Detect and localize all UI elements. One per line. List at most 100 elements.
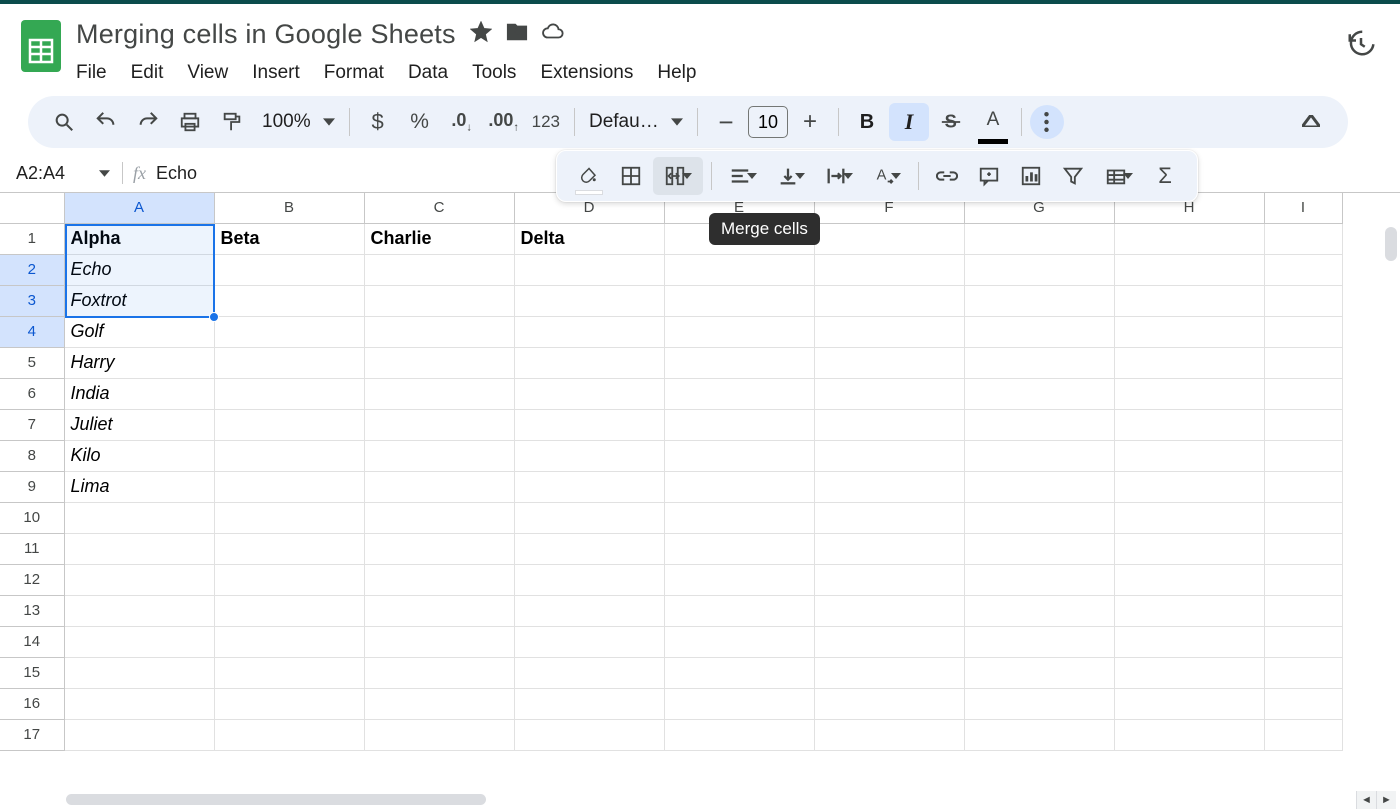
col-header-A[interactable]: A [64,193,214,223]
bold-button[interactable]: B [847,103,887,141]
cell-G10[interactable] [964,502,1114,533]
cell-A10[interactable] [64,502,214,533]
row-header-9[interactable]: 9 [0,471,64,502]
cell-E2[interactable] [664,254,814,285]
menu-file[interactable]: File [76,62,107,84]
cell-A5[interactable]: Harry [64,347,214,378]
cell-C1[interactable]: Charlie [364,223,514,254]
paint-format-button[interactable] [212,103,252,141]
cell-G13[interactable] [964,595,1114,626]
cell-G9[interactable] [964,471,1114,502]
cell-C7[interactable] [364,409,514,440]
cell-C16[interactable] [364,688,514,719]
cell-C8[interactable] [364,440,514,471]
cell-F12[interactable] [814,564,964,595]
cell-B6[interactable] [214,378,364,409]
cell-G3[interactable] [964,285,1114,316]
cell-I2[interactable] [1264,254,1342,285]
text-wrap-button[interactable] [816,157,862,195]
cell-F14[interactable] [814,626,964,657]
format-123-button[interactable]: 123 [526,112,566,132]
zoom-value[interactable]: 100% [254,111,315,133]
cell-F11[interactable] [814,533,964,564]
cell-F9[interactable] [814,471,964,502]
cell-E11[interactable] [664,533,814,564]
cell-D16[interactable] [514,688,664,719]
cell-H14[interactable] [1114,626,1264,657]
cell-C10[interactable] [364,502,514,533]
menu-help[interactable]: Help [657,62,696,84]
cell-H6[interactable] [1114,378,1264,409]
horizontal-scrollbar[interactable]: ◄ ► [0,790,1400,809]
row-header-2[interactable]: 2 [0,254,64,285]
cell-A3[interactable]: Foxtrot [64,285,214,316]
cell-E5[interactable] [664,347,814,378]
cell-H9[interactable] [1114,471,1264,502]
history-icon[interactable] [1346,28,1376,63]
cell-G6[interactable] [964,378,1114,409]
col-header-C[interactable]: C [364,193,514,223]
cell-B9[interactable] [214,471,364,502]
cell-G5[interactable] [964,347,1114,378]
cell-E17[interactable] [664,719,814,750]
cell-F4[interactable] [814,316,964,347]
cell-I8[interactable] [1264,440,1342,471]
cell-A7[interactable]: Juliet [64,409,214,440]
cell-F16[interactable] [814,688,964,719]
cell-G4[interactable] [964,316,1114,347]
cell-F1[interactable] [814,223,964,254]
cell-I10[interactable] [1264,502,1342,533]
cell-I14[interactable] [1264,626,1342,657]
cell-H2[interactable] [1114,254,1264,285]
cell-D17[interactable] [514,719,664,750]
cell-H1[interactable] [1114,223,1264,254]
decrease-font-button[interactable]: − [706,103,746,141]
col-header-I[interactable]: I [1264,193,1342,223]
filter-button[interactable] [1053,157,1093,195]
cell-I13[interactable] [1264,595,1342,626]
menu-tools[interactable]: Tools [472,62,516,84]
vertical-scroll-thumb[interactable] [1385,227,1397,261]
cell-D14[interactable] [514,626,664,657]
spreadsheet-grid[interactable]: A B C D E F G H I 1 Alpha Beta Charlie D… [0,192,1400,751]
cell-E7[interactable] [664,409,814,440]
sheets-logo[interactable] [18,12,64,74]
row-header-10[interactable]: 10 [0,502,64,533]
cell-C11[interactable] [364,533,514,564]
menu-view[interactable]: View [187,62,228,84]
cell-B7[interactable] [214,409,364,440]
row-header-6[interactable]: 6 [0,378,64,409]
cell-D10[interactable] [514,502,664,533]
cell-D2[interactable] [514,254,664,285]
cell-D13[interactable] [514,595,664,626]
cell-B17[interactable] [214,719,364,750]
row-header-12[interactable]: 12 [0,564,64,595]
cell-B2[interactable] [214,254,364,285]
col-header-B[interactable]: B [214,193,364,223]
row-header-3[interactable]: 3 [0,285,64,316]
cell-A2[interactable]: Echo [64,254,214,285]
table-view-button[interactable] [1095,157,1143,195]
cell-B15[interactable] [214,657,364,688]
cell-B4[interactable] [214,316,364,347]
cell-I12[interactable] [1264,564,1342,595]
font-dropdown[interactable] [665,103,689,141]
menu-format[interactable]: Format [324,62,384,84]
row-header-11[interactable]: 11 [0,533,64,564]
cell-E9[interactable] [664,471,814,502]
cell-B16[interactable] [214,688,364,719]
cell-B1[interactable]: Beta [214,223,364,254]
cell-A9[interactable]: Lima [64,471,214,502]
horizontal-align-button[interactable] [720,157,766,195]
row-header-1[interactable]: 1 [0,223,64,254]
cell-A11[interactable] [64,533,214,564]
cell-G8[interactable] [964,440,1114,471]
cell-I1[interactable] [1264,223,1342,254]
increase-decimal-button[interactable]: .00↑ [484,103,524,141]
functions-button[interactable]: Σ [1145,157,1185,195]
cell-A8[interactable]: Kilo [64,440,214,471]
toolbar-collapse-button[interactable] [1302,114,1320,132]
cell-A14[interactable] [64,626,214,657]
cell-H8[interactable] [1114,440,1264,471]
hscroll-right-button[interactable]: ► [1376,791,1396,809]
